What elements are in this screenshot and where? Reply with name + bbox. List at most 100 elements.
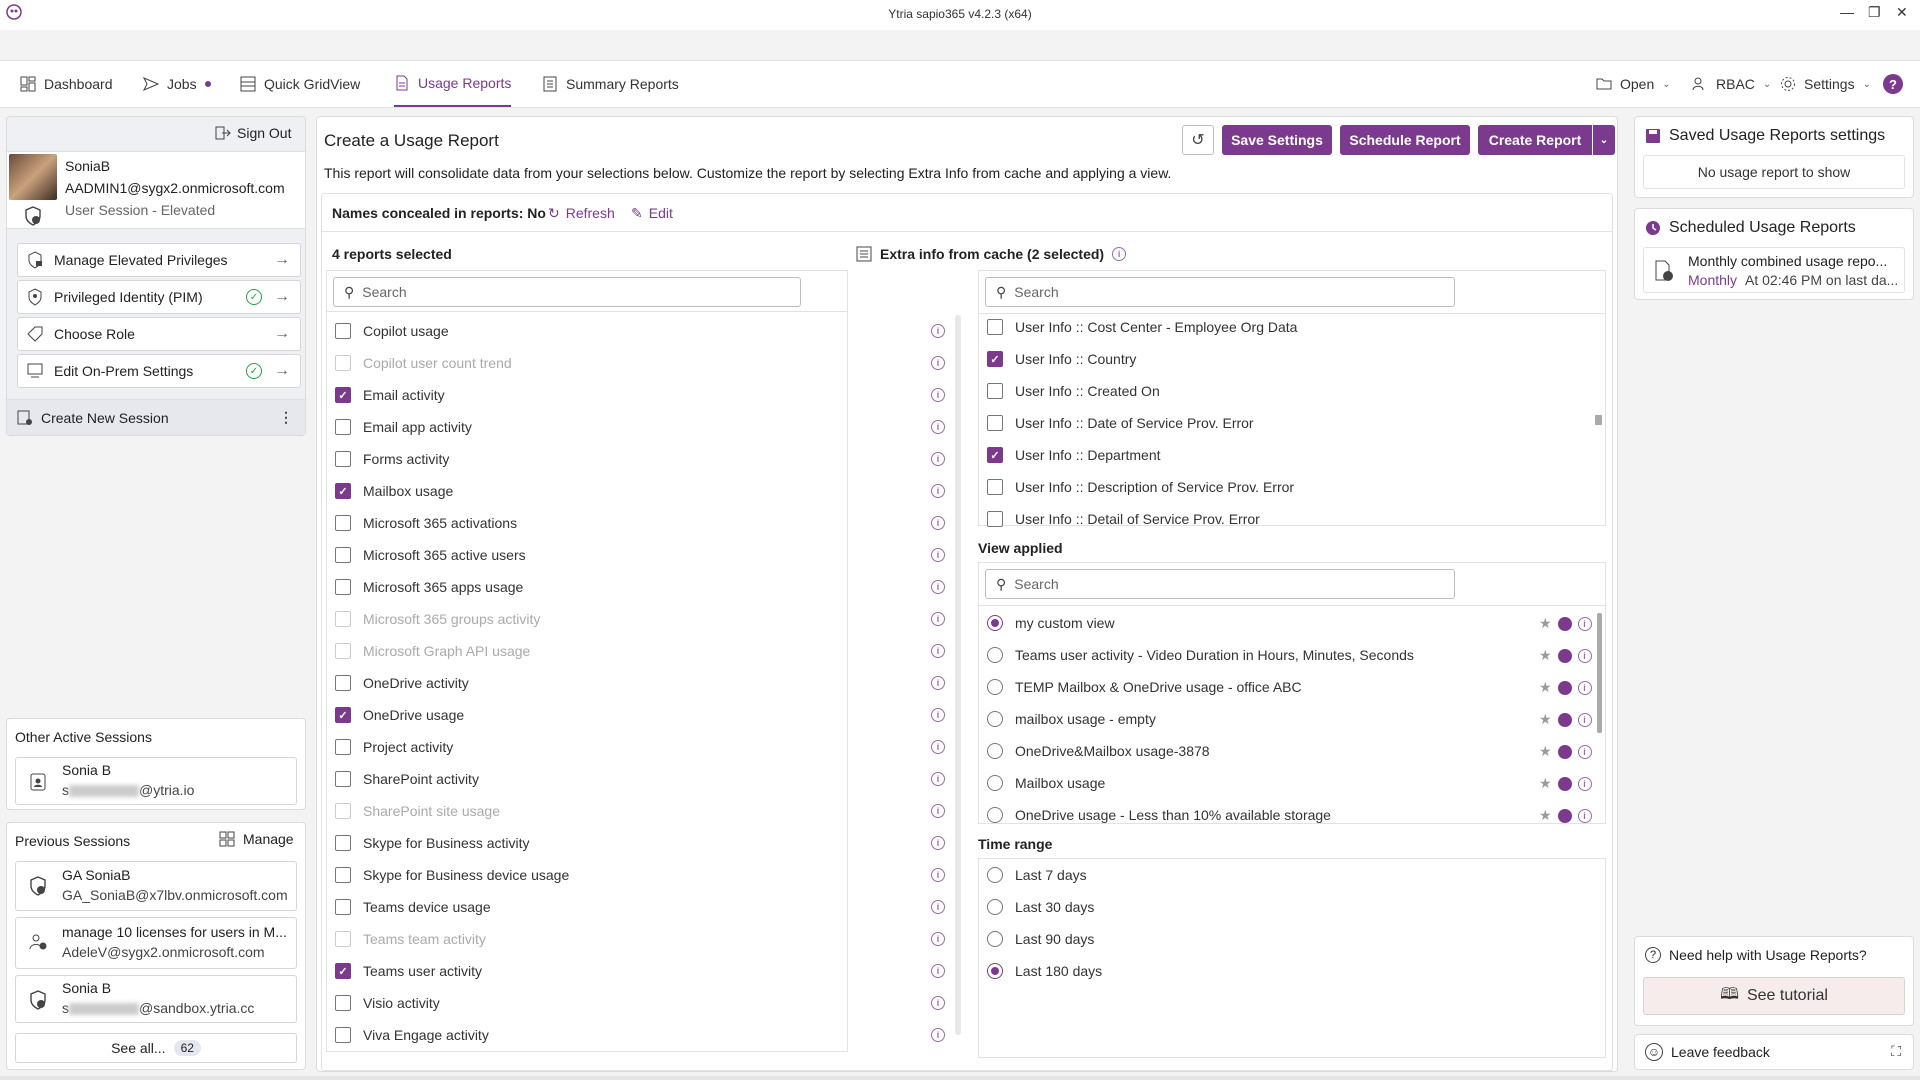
more-vertical-icon[interactable]: ⋮ — [279, 409, 293, 426]
info-icon[interactable]: i — [1577, 776, 1592, 791]
rbac-menu[interactable]: RBAC ⌄ — [1692, 61, 1771, 107]
checkbox[interactable] — [335, 1027, 351, 1043]
expand-icon[interactable]: ⛶ — [1891, 1043, 1901, 1060]
checkbox[interactable] — [335, 899, 351, 915]
star-icon[interactable]: ★ — [1539, 711, 1552, 728]
create-new-session-button[interactable]: Create New Session ⋮ — [7, 399, 305, 435]
info-icon[interactable]: i — [931, 932, 945, 946]
star-icon[interactable]: ★ — [1539, 743, 1552, 760]
views-search-input[interactable]: ⚲ Search — [985, 569, 1455, 599]
checkbox[interactable] — [335, 547, 351, 563]
checkbox[interactable] — [335, 579, 351, 595]
info-icon[interactable]: i — [931, 644, 945, 658]
star-icon[interactable]: ★ — [1539, 679, 1552, 696]
info-icon[interactable]: i — [1577, 648, 1592, 663]
radio-button[interactable] — [987, 931, 1003, 947]
tab-dashboard[interactable]: Dashboard — [20, 61, 113, 107]
reports-search-input[interactable]: ⚲ Search — [333, 277, 801, 307]
info-icon[interactable]: i — [1577, 680, 1592, 695]
close-icon[interactable]: ✕ — [1896, 4, 1908, 21]
view-option[interactable]: OneDrive&Mailbox usage-3878 — [987, 739, 1210, 763]
report-option[interactable]: Copilot usage — [335, 319, 449, 343]
radio-button[interactable] — [987, 711, 1003, 727]
info-icon[interactable]: i — [931, 836, 945, 850]
radio-button[interactable] — [987, 867, 1003, 883]
extra-info-option[interactable]: User Info :: Detail of Service Prov. Err… — [987, 507, 1260, 531]
info-icon[interactable]: i — [931, 740, 945, 754]
minimize-icon[interactable]: — — [1840, 4, 1854, 20]
checkbox[interactable] — [335, 419, 351, 435]
checkbox[interactable] — [987, 479, 1003, 495]
extra-info-option[interactable]: ✓ User Info :: Country — [987, 347, 1136, 371]
info-icon[interactable]: i — [931, 900, 945, 914]
star-icon[interactable]: ★ — [1539, 615, 1552, 632]
report-option[interactable]: ✓ Mailbox usage — [335, 479, 453, 503]
report-option[interactable]: Viva Engage activity — [335, 1023, 489, 1047]
star-icon[interactable]: ★ — [1539, 647, 1552, 664]
info-icon[interactable]: i — [1577, 616, 1592, 631]
view-option[interactable]: OneDrive usage - Less than 10% available… — [987, 803, 1331, 827]
info-icon[interactable]: i — [931, 516, 945, 530]
extra-info-search-input[interactable]: ⚲ Search — [985, 277, 1455, 307]
report-option[interactable]: Teams device usage — [335, 895, 491, 919]
checkbox[interactable] — [335, 771, 351, 787]
tab-usage-reports[interactable]: Usage Reports — [394, 61, 512, 107]
checkbox[interactable]: ✓ — [335, 963, 351, 979]
edit-link[interactable]: ✎ Edit — [631, 205, 673, 222]
manage-sessions-button[interactable]: Manage — [219, 831, 294, 847]
see-tutorial-button[interactable]: 🕮 See tutorial — [1643, 977, 1905, 1015]
info-icon[interactable]: i — [931, 1028, 945, 1042]
save-settings-button[interactable]: Save Settings — [1222, 125, 1332, 155]
info-icon[interactable]: i — [931, 708, 945, 722]
tab-summary-reports[interactable]: Summary Reports — [542, 61, 679, 107]
checkbox[interactable] — [335, 323, 351, 339]
extra-info-option[interactable]: User Info :: Description of Service Prov… — [987, 475, 1294, 499]
info-icon[interactable]: i — [931, 804, 945, 818]
extra-info-option[interactable]: ✓ User Info :: Department — [987, 443, 1161, 467]
session-card[interactable]: manage 10 licenses for users in M... Ade… — [15, 917, 297, 969]
radio-button[interactable] — [987, 899, 1003, 915]
current-session-card[interactable]: SoniaB AADMIN1@sygx2.onmicrosoft.com Use… — [7, 151, 305, 229]
report-option[interactable]: Skype for Business activity — [335, 831, 530, 855]
checkbox[interactable] — [335, 451, 351, 467]
checkbox[interactable] — [987, 415, 1003, 431]
checkbox[interactable] — [335, 515, 351, 531]
info-icon[interactable]: i — [931, 868, 945, 882]
checkbox[interactable] — [987, 383, 1003, 399]
extra-info-scrollbar[interactable] — [1595, 415, 1602, 425]
star-icon[interactable]: ★ — [1539, 807, 1552, 824]
info-icon[interactable]: i — [931, 548, 945, 562]
checkbox[interactable] — [335, 739, 351, 755]
info-icon[interactable]: i — [931, 996, 945, 1010]
star-icon[interactable]: ★ — [1539, 775, 1552, 792]
report-option[interactable]: OneDrive activity — [335, 671, 469, 695]
choose-role-button[interactable]: Choose Role → — [17, 317, 301, 351]
report-option[interactable]: Skype for Business device usage — [335, 863, 569, 887]
leave-feedback-button[interactable]: ☺ Leave feedback — [1645, 1043, 1770, 1061]
views-scrollbar[interactable] — [1597, 613, 1602, 733]
radio-button[interactable] — [987, 963, 1003, 979]
radio-button[interactable] — [987, 743, 1003, 759]
report-option[interactable]: ✓ OneDrive usage — [335, 703, 464, 727]
checkbox[interactable] — [335, 867, 351, 883]
scheduled-report-item[interactable]: Monthly combined usage repo... Monthly A… — [1643, 247, 1905, 293]
report-option[interactable]: SharePoint activity — [335, 767, 479, 791]
checkbox[interactable]: ✓ — [335, 707, 351, 723]
create-report-button[interactable]: Create Report — [1478, 125, 1592, 155]
settings-menu[interactable]: Settings ⌄ — [1780, 61, 1871, 107]
info-icon[interactable]: i — [931, 772, 945, 786]
time-range-option[interactable]: Last 30 days — [987, 895, 1094, 919]
view-option[interactable]: mailbox usage - empty — [987, 707, 1156, 731]
checkbox[interactable]: ✓ — [335, 483, 351, 499]
session-card[interactable]: Sonia B s @ytria.io — [15, 757, 297, 805]
feedback-panel[interactable]: ☺ Leave feedback ⛶ — [1634, 1034, 1914, 1070]
checkbox[interactable]: ✓ — [987, 351, 1003, 367]
report-option[interactable]: ✓ Email activity — [335, 383, 445, 407]
reset-button[interactable]: ↺ — [1182, 125, 1214, 155]
info-icon[interactable]: i — [931, 452, 945, 466]
info-icon[interactable]: i — [931, 420, 945, 434]
info-icon[interactable]: i — [1577, 808, 1592, 823]
refresh-link[interactable]: ↻ Refresh — [548, 205, 615, 222]
radio-button[interactable] — [987, 807, 1003, 823]
checkbox[interactable] — [987, 319, 1003, 335]
